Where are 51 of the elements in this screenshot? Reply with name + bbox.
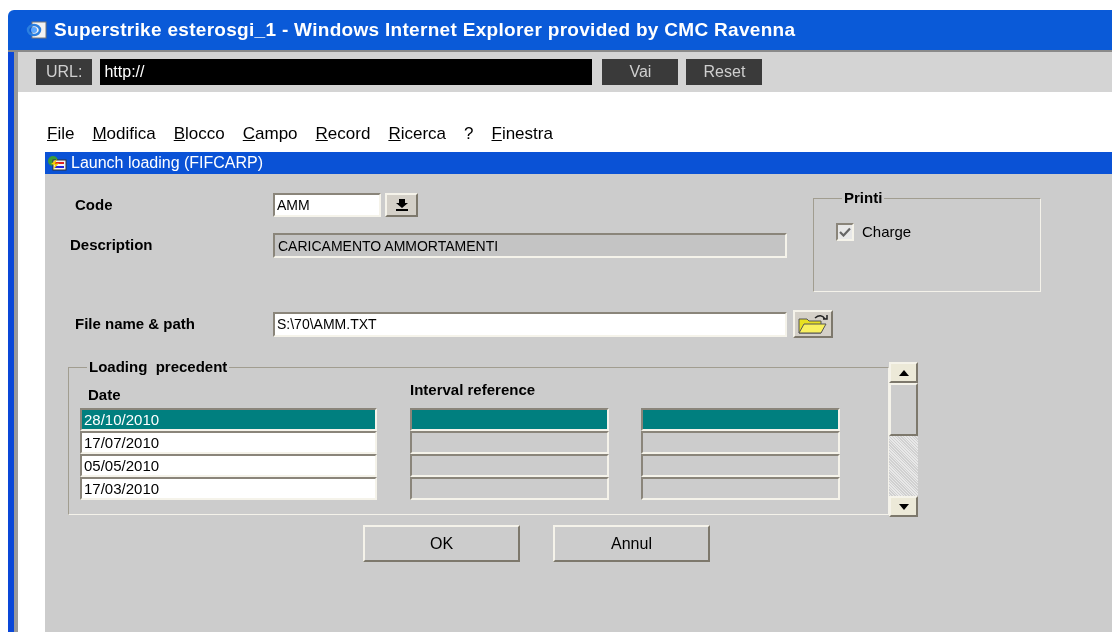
scrollbar[interactable] bbox=[889, 362, 918, 517]
checkbox-label: Charge bbox=[862, 222, 912, 242]
scroll-down-button[interactable] bbox=[889, 496, 918, 517]
table-cell[interactable] bbox=[410, 453, 609, 477]
table-cell[interactable] bbox=[641, 407, 840, 431]
table-cell[interactable] bbox=[641, 453, 840, 477]
checkbox[interactable] bbox=[836, 223, 854, 242]
date-cell[interactable]: 17/07/2010 bbox=[80, 430, 377, 454]
description-label: Description bbox=[69, 235, 154, 256]
table-cell[interactable] bbox=[410, 430, 609, 454]
toolbar-button[interactable]: Vai bbox=[602, 59, 679, 85]
form-icon bbox=[47, 155, 67, 171]
browser-icon bbox=[26, 20, 48, 40]
menu-item[interactable]: Finestra bbox=[491, 120, 553, 146]
menu-item[interactable]: Modifica bbox=[92, 120, 156, 146]
date-cell[interactable]: 17/03/2010 bbox=[80, 476, 377, 500]
url-label: URL: bbox=[36, 59, 93, 85]
table-cell[interactable] bbox=[641, 476, 840, 500]
description-field[interactable]: CARICAMENTO AMMORTAMENTI bbox=[273, 233, 787, 258]
scroll-thumb[interactable] bbox=[889, 383, 918, 436]
check-icon bbox=[839, 227, 851, 238]
column-header: Interval reference bbox=[410, 380, 536, 400]
download-arrow-icon bbox=[395, 199, 408, 211]
table-cell[interactable] bbox=[410, 476, 609, 500]
folder-icon bbox=[797, 313, 829, 335]
menu-item[interactable]: Blocco bbox=[173, 120, 225, 146]
toolbar-button[interactable]: Reset bbox=[686, 59, 763, 85]
dropdown-button[interactable] bbox=[385, 193, 418, 217]
date-cell[interactable]: 05/05/2010 bbox=[80, 453, 377, 477]
menu-item[interactable]: Campo bbox=[242, 120, 298, 146]
form-title: Launch loading (FIFCARP) bbox=[71, 153, 264, 173]
up-arrow-icon bbox=[898, 369, 909, 376]
url-field[interactable]: http:// bbox=[100, 59, 593, 85]
dialog-button[interactable]: Annul bbox=[553, 525, 710, 562]
menu-item[interactable]: ? bbox=[464, 120, 474, 146]
date-cell[interactable]: 28/10/2010 bbox=[80, 407, 377, 431]
file-path-field[interactable]: S:\70\AMM.TXT bbox=[273, 311, 787, 337]
menu-item[interactable]: Ricerca bbox=[388, 120, 446, 146]
menu-item[interactable]: Record bbox=[315, 120, 371, 146]
code-field[interactable]: AMM bbox=[273, 193, 381, 217]
column-header: Date bbox=[87, 385, 122, 405]
down-arrow-icon bbox=[898, 503, 909, 510]
scroll-up-button[interactable] bbox=[889, 362, 918, 383]
file-label: File name & path bbox=[74, 313, 197, 334]
table-cell[interactable] bbox=[410, 407, 609, 431]
window-title: Superstrike esterosgi_1 - Windows Internet Explorer provided by CMC Ravenna bbox=[54, 17, 796, 42]
table-cell[interactable] bbox=[641, 430, 840, 454]
dialog-button[interactable]: OK bbox=[363, 525, 520, 562]
menu-item[interactable]: File bbox=[47, 120, 75, 146]
browse-button[interactable] bbox=[793, 310, 833, 338]
code-label: Code bbox=[74, 194, 114, 215]
